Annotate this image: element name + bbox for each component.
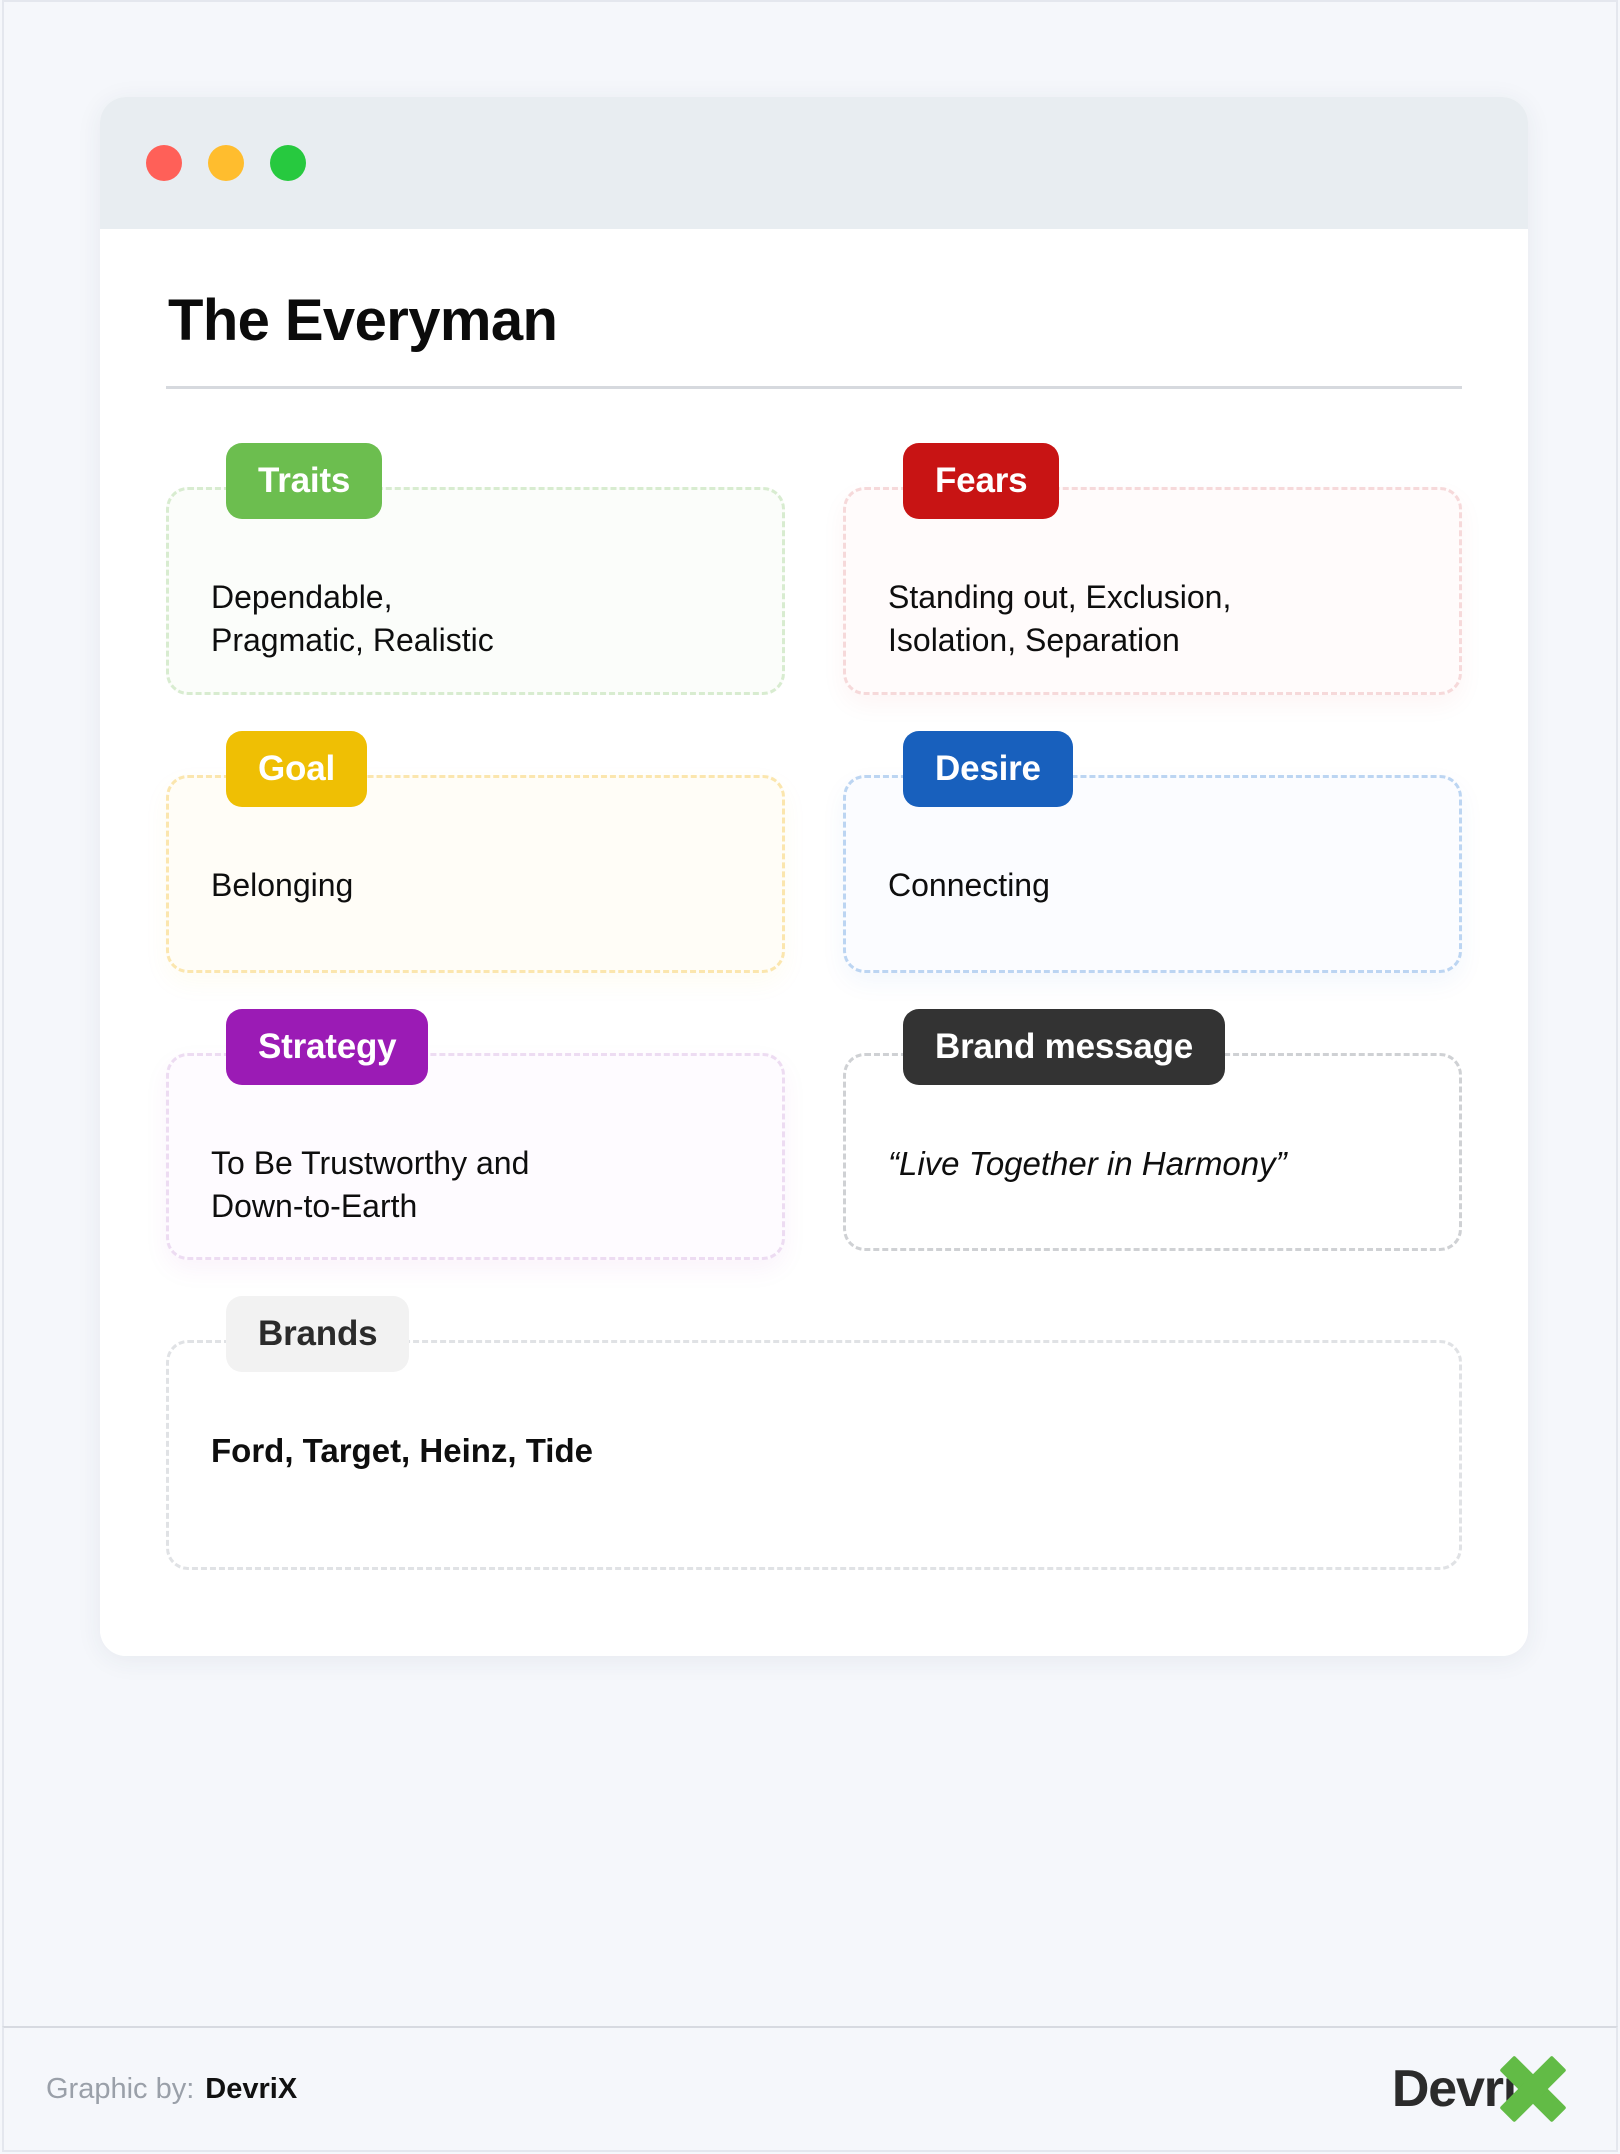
- text-brands: Ford, Target, Heinz, Tide: [211, 1432, 593, 1470]
- traffic-light-red-icon[interactable]: [146, 145, 182, 181]
- credit-line: Graphic by: DevriX: [46, 2073, 297, 2106]
- badge-traits: Traits: [226, 442, 383, 519]
- block-desire: Desire Connecting: [843, 730, 1462, 973]
- browser-mockup-card: The Everyman Traits Dependable, Pragmati…: [100, 97, 1528, 1657]
- devrix-logo[interactable]: Devri: [1392, 2054, 1570, 2124]
- text-traits: Dependable, Pragmatic, Realistic: [211, 578, 494, 658]
- page-body: The Everyman Traits Dependable, Pragmati…: [2, 0, 1618, 2026]
- traffic-light-yellow-icon[interactable]: [208, 145, 244, 181]
- badge-brand-message: Brand message: [903, 1008, 1226, 1085]
- traffic-light-green-icon[interactable]: [270, 145, 306, 181]
- title-divider: [166, 385, 1462, 389]
- badge-brands: Brands: [226, 1296, 410, 1373]
- x-mark-icon: [1496, 2054, 1570, 2124]
- text-desire: Connecting: [888, 866, 1050, 903]
- text-goal: Belonging: [211, 866, 354, 903]
- block-brands: Brands Ford, Target, Heinz, Tide: [166, 1296, 1462, 1571]
- block-traits: Traits Dependable, Pragmatic, Realistic: [166, 442, 785, 695]
- block-fears: Fears Standing out, Exclusion, Isolation…: [843, 442, 1462, 695]
- badge-strategy: Strategy: [226, 1008, 429, 1085]
- badge-fears: Fears: [903, 442, 1060, 519]
- badge-goal: Goal: [226, 730, 367, 807]
- block-strategy: Strategy To Be Trustworthy and Down-to-E…: [166, 1008, 785, 1261]
- archetype-grid: Traits Dependable, Pragmatic, Realistic …: [166, 442, 1462, 1571]
- credit-label: Graphic by:: [46, 2072, 195, 2105]
- text-brand-message: “Live Together in Harmony”: [888, 1144, 1287, 1182]
- page-footer: Graphic by: DevriX Devri: [2, 2026, 1618, 2152]
- block-goal: Goal Belonging: [166, 730, 785, 973]
- block-brand-message: Brand message “Live Together in Harmony”: [843, 1008, 1462, 1261]
- browser-content: The Everyman Traits Dependable, Pragmati…: [100, 229, 1528, 1657]
- box-brands: Ford, Target, Heinz, Tide: [166, 1340, 1462, 1571]
- text-fears: Standing out, Exclusion, Isolation, Sepa…: [888, 578, 1232, 658]
- text-strategy: To Be Trustworthy and Down-to-Earth: [211, 1144, 530, 1224]
- browser-title-bar: [100, 97, 1528, 229]
- infographic-page: The Everyman Traits Dependable, Pragmati…: [0, 0, 1620, 2154]
- page-title: The Everyman: [168, 288, 558, 353]
- credit-brand-name: DevriX: [205, 2072, 298, 2105]
- badge-desire: Desire: [903, 730, 1073, 807]
